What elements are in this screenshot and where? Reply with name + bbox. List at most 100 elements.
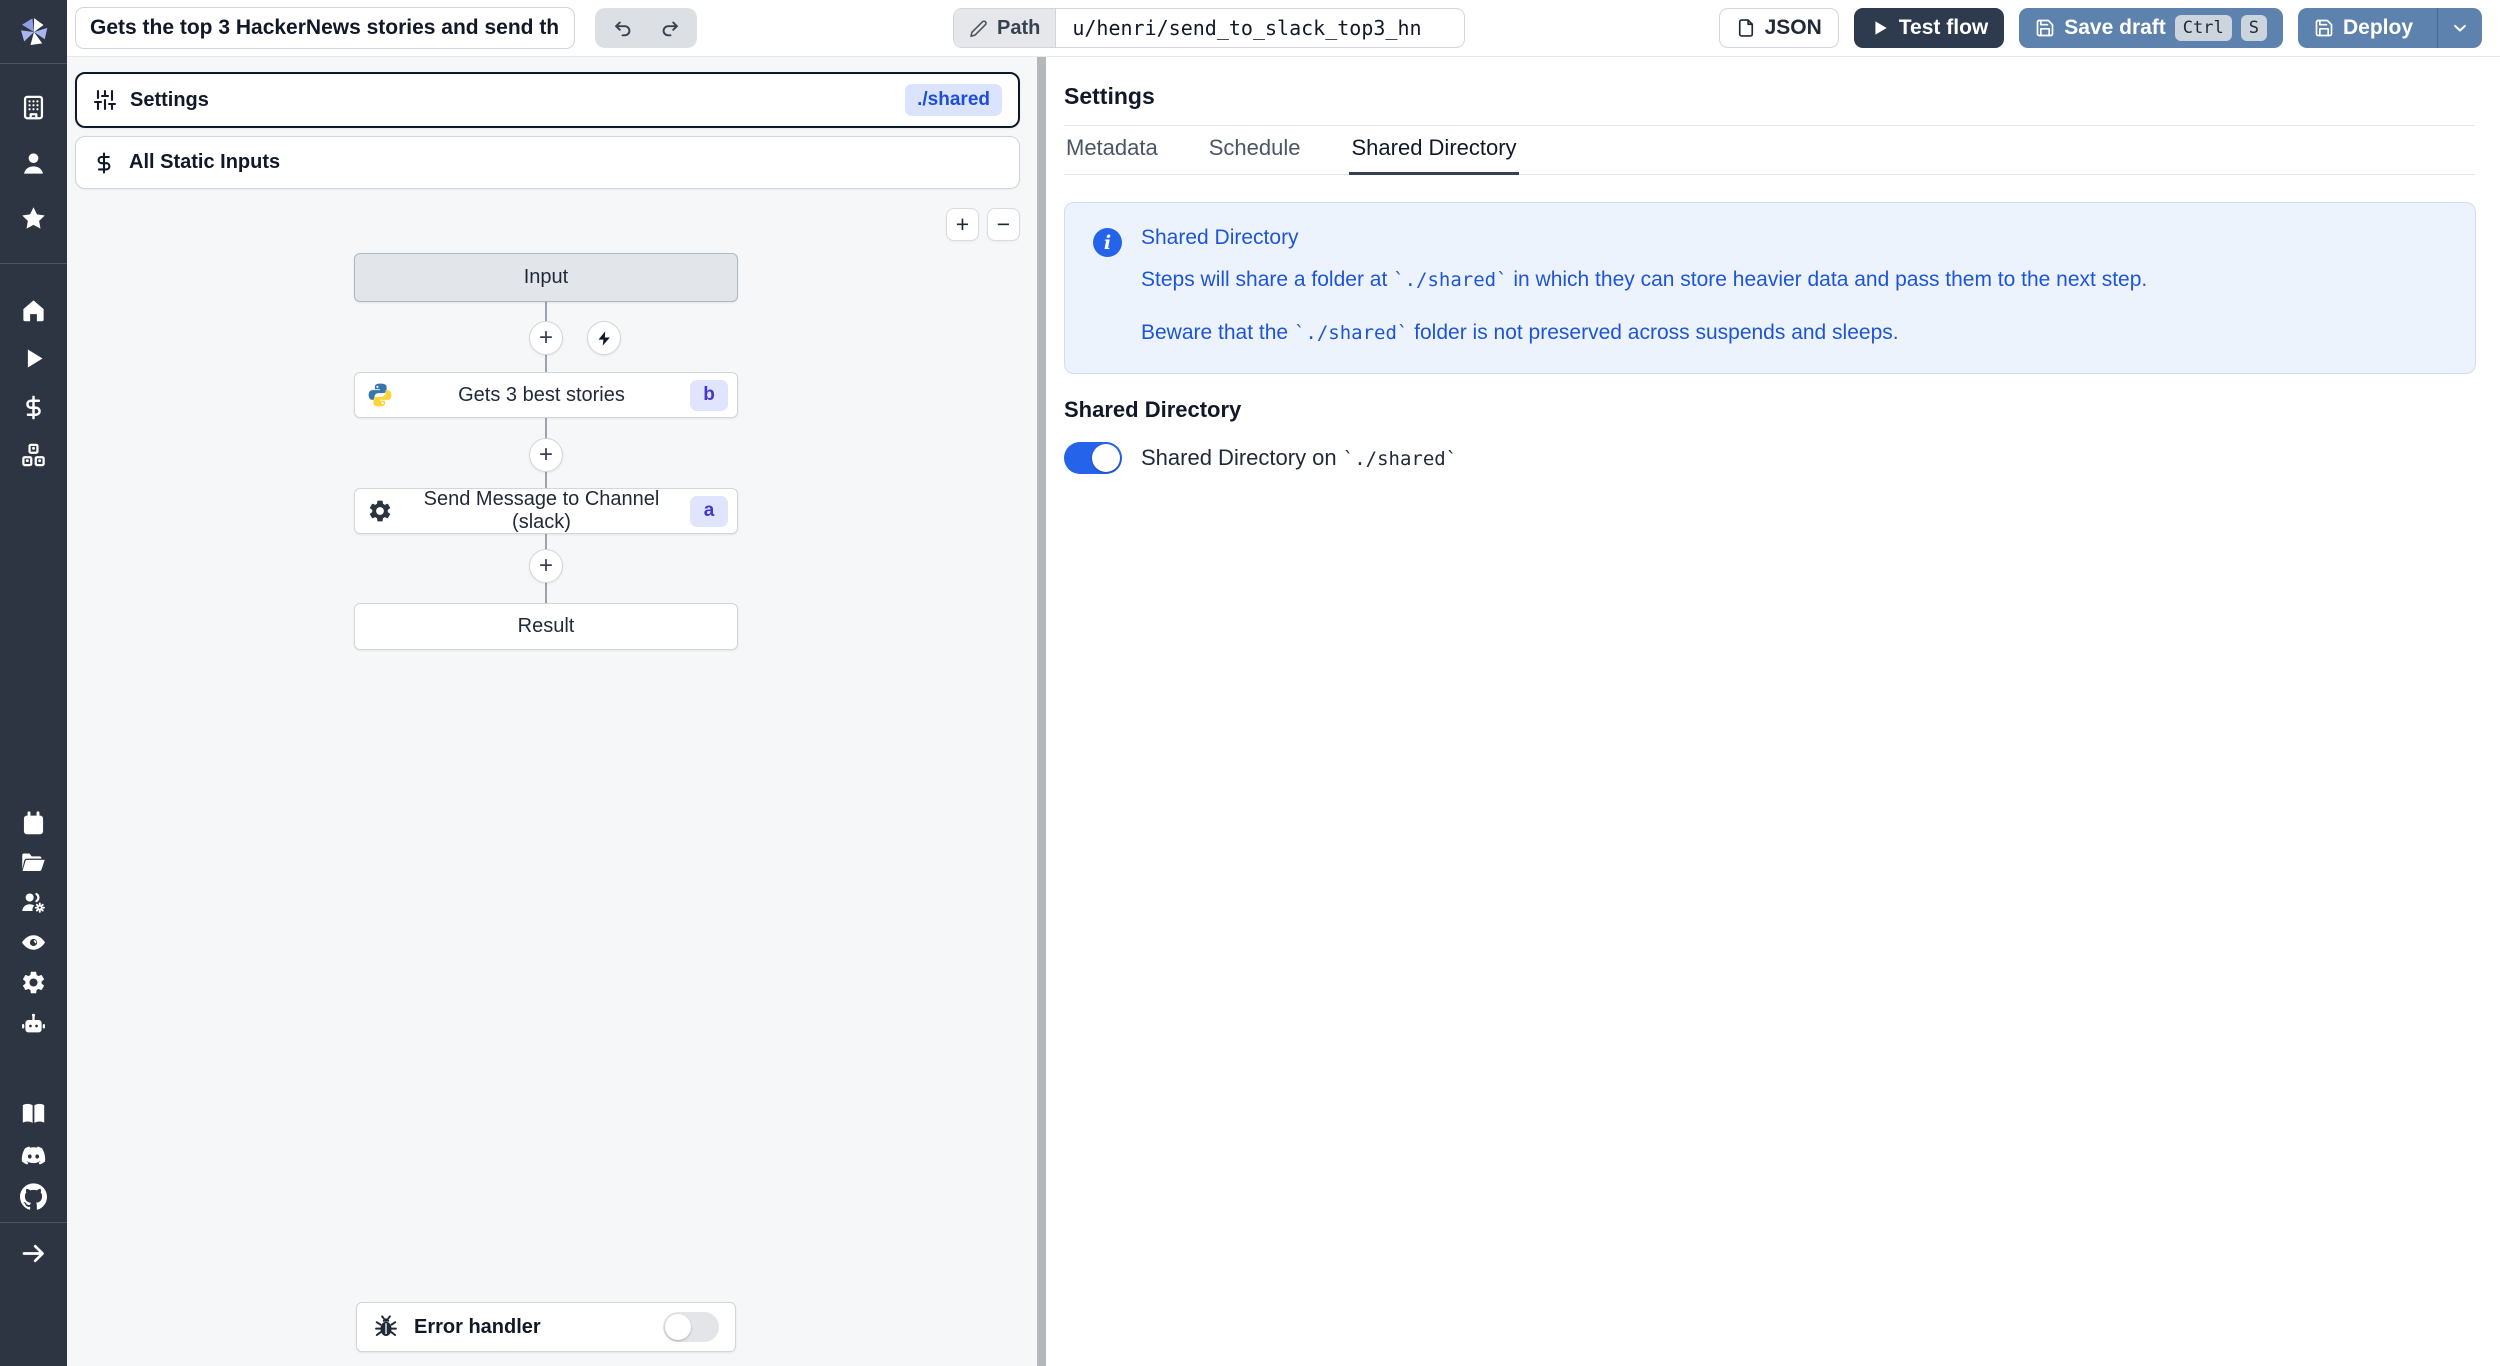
ai-bot-icon[interactable]: [20, 1011, 47, 1038]
settings-panel-header: Settings: [1064, 57, 2475, 126]
undo-icon: [614, 21, 630, 37]
save-icon: [2315, 19, 2333, 37]
pencil-icon: [970, 19, 987, 37]
toggle-knob: [1092, 443, 1120, 472]
all-static-inputs-label: All Static Inputs: [129, 151, 281, 173]
resources-cubes-icon[interactable]: [20, 442, 47, 469]
expand-sidebar-arrow-icon[interactable]: [20, 1240, 47, 1267]
redo-button[interactable]: [646, 11, 693, 45]
toggle-knob: [665, 1314, 691, 1340]
github-icon[interactable]: [20, 1183, 47, 1210]
settings-tabs: Metadata Schedule Shared Directory: [1064, 126, 2475, 175]
input-node[interactable]: Input: [354, 253, 738, 302]
shared-directory-info-box: i Shared Directory Steps will share a fo…: [1064, 202, 2476, 374]
shared-directory-toggle[interactable]: [1064, 441, 1122, 474]
all-static-inputs-row[interactable]: All Static Inputs: [75, 136, 1020, 189]
folders-icon[interactable]: [20, 849, 47, 876]
save-draft-button[interactable]: Save draft Ctrl S: [2019, 8, 2283, 48]
shared-directory-toggle-row: Shared Directory on `./shared`: [1064, 441, 2475, 474]
bolt-icon: [597, 330, 610, 346]
path-field-group: Path: [953, 8, 1465, 48]
shared-directory-toggle-label: Shared Directory on `./shared`: [1141, 444, 1458, 470]
home-icon[interactable]: [20, 297, 47, 324]
inline-code: `./shared`: [1342, 447, 1458, 470]
sidebar-divider: [0, 63, 67, 64]
info-line-2: Beware that the `./shared` folder is not…: [1141, 321, 1899, 345]
kbd-s: S: [2240, 15, 2267, 41]
error-handler-label: Error handler: [414, 1315, 541, 1338]
step-label: Gets 3 best stories: [458, 383, 625, 406]
zoom-out-button[interactable]: −: [987, 208, 1020, 241]
info-line-1: Steps will share a folder at `./shared` …: [1141, 268, 2148, 291]
panel-resize-splitter[interactable]: [1037, 57, 1046, 1366]
flow-settings-panel: Settings Metadata Schedule Shared Direct…: [1046, 57, 2500, 1366]
undo-redo-group: [595, 8, 697, 48]
dollar-icon: [97, 151, 111, 174]
path-label: Path: [954, 9, 1057, 47]
trigger-bolt-button[interactable]: [587, 321, 621, 355]
inline-code: `./shared`: [1393, 269, 1508, 291]
step-node-b[interactable]: Gets 3 best stories b: [354, 372, 738, 418]
file-json-icon: [1738, 19, 1753, 37]
docs-book-icon[interactable]: [20, 1100, 47, 1127]
add-step-button[interactable]: +: [529, 549, 563, 583]
error-handler-node[interactable]: Error handler: [356, 1302, 736, 1352]
undo-button[interactable]: [599, 11, 646, 45]
path-input[interactable]: [1056, 9, 1464, 47]
step-node-a[interactable]: Send Message to Channel (slack) a: [354, 488, 738, 534]
result-node[interactable]: Result: [354, 603, 738, 650]
play-icon: [1875, 21, 1887, 35]
add-step-button[interactable]: +: [529, 438, 563, 472]
deploy-dropdown-button[interactable]: [2437, 8, 2482, 48]
redo-icon: [662, 21, 678, 37]
add-step-button[interactable]: +: [529, 321, 563, 355]
user-icon[interactable]: [20, 150, 47, 177]
test-flow-button[interactable]: Test flow: [1853, 8, 2005, 48]
step-id-badge: a: [690, 495, 728, 527]
tab-metadata[interactable]: Metadata: [1064, 126, 1160, 175]
topbar: Path JSON Test flow Save draft CtrlS: [67, 0, 2500, 57]
windmill-logo-icon[interactable]: [15, 13, 53, 51]
runs-play-icon[interactable]: [20, 345, 47, 372]
schedules-calendar-icon[interactable]: [20, 810, 47, 837]
save-icon: [2036, 19, 2054, 37]
shared-directory-section-title: Shared Directory: [1064, 396, 1242, 422]
shared-path-badge: ./shared: [905, 84, 1002, 116]
step-id-badge: b: [690, 379, 728, 411]
sliders-icon: [93, 89, 117, 111]
flow-editor-panel: Settings ./shared All Static Inputs + − …: [67, 57, 1037, 1366]
variables-dollar-icon[interactable]: [20, 394, 47, 421]
inline-code: `./shared`: [1293, 322, 1409, 345]
flow-title-input[interactable]: [75, 7, 575, 49]
bug-icon: [375, 1315, 397, 1336]
favorites-star-icon[interactable]: [20, 205, 47, 232]
sidebar-divider: [0, 1222, 67, 1223]
kbd-ctrl: Ctrl: [2174, 15, 2232, 41]
tab-schedule[interactable]: Schedule: [1207, 126, 1303, 175]
audit-eye-icon[interactable]: [20, 929, 47, 956]
topbar-actions: JSON Test flow Save draft Ctrl S Deploy: [1718, 8, 2482, 48]
chevron-down-icon: [2454, 24, 2466, 32]
settings-panel-title: Settings: [1064, 83, 1155, 109]
info-title: Shared Directory: [1141, 226, 1299, 249]
app-window: Path JSON Test flow Save draft CtrlS: [0, 0, 2500, 1366]
flow-settings-label: Settings: [130, 88, 209, 111]
sidebar-divider: [0, 263, 67, 264]
python-icon: [367, 382, 393, 408]
error-handler-toggle[interactable]: [663, 1312, 719, 1342]
workspace-building-icon[interactable]: [20, 94, 47, 121]
discord-icon[interactable]: [20, 1142, 47, 1169]
deploy-main[interactable]: Deploy: [2298, 8, 2428, 48]
info-content: Shared Directory Steps will share a fold…: [1141, 226, 2147, 347]
json-button[interactable]: JSON: [1718, 8, 1839, 48]
groups-users-gear-icon[interactable]: [20, 889, 47, 916]
info-icon: i: [1093, 228, 1122, 257]
gear-icon: [367, 498, 393, 524]
deploy-button[interactable]: Deploy: [2297, 8, 2482, 48]
zoom-in-button[interactable]: +: [946, 208, 979, 241]
tab-shared-directory[interactable]: Shared Directory: [1349, 126, 1519, 175]
flow-settings-row[interactable]: Settings ./shared: [75, 72, 1020, 128]
step-label: Send Message to Channel (slack): [423, 488, 660, 533]
sidebar: [0, 0, 67, 1366]
settings-gear-icon[interactable]: [20, 969, 47, 996]
